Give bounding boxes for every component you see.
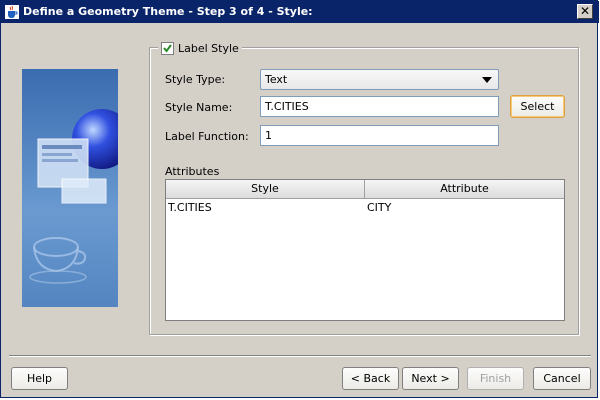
style-type-value: Text xyxy=(265,73,288,86)
back-button-label: < Back xyxy=(350,372,391,385)
attributes-table[interactable]: Style Attribute T.CITIES CITY xyxy=(165,179,565,321)
next-button[interactable]: Next > xyxy=(402,367,459,390)
style-type-label: Style Type: xyxy=(165,73,226,86)
label-style-checkbox[interactable] xyxy=(161,41,174,55)
checkmark-icon xyxy=(163,43,172,53)
table-header: Style Attribute xyxy=(166,180,564,199)
style-name-input[interactable]: T.CITIES xyxy=(260,96,499,117)
finish-button-label: Finish xyxy=(479,372,512,385)
next-button-label: Next > xyxy=(411,372,450,385)
style-name-label: Style Name: xyxy=(165,101,233,114)
cancel-button[interactable]: Cancel xyxy=(533,367,591,390)
close-icon: ✕ xyxy=(579,4,591,18)
table-row[interactable]: T.CITIES CITY xyxy=(166,199,564,217)
footer-separator xyxy=(9,355,591,357)
title-bar[interactable]: Define a Geometry Theme - Step 3 of 4 - … xyxy=(1,1,599,23)
triangle-down-icon xyxy=(482,77,492,83)
label-style-toggle[interactable]: Label Style xyxy=(158,40,242,56)
wizard-side-image xyxy=(22,69,118,307)
style-type-select[interactable]: Text xyxy=(260,69,499,90)
cancel-button-label: Cancel xyxy=(543,372,581,385)
cell-attribute: CITY xyxy=(367,201,392,214)
select-style-button[interactable]: Select xyxy=(510,95,565,118)
dialog-window: Define a Geometry Theme - Step 3 of 4 - … xyxy=(0,0,599,398)
finish-button[interactable]: Finish xyxy=(467,367,524,390)
java-cup-icon xyxy=(5,5,19,19)
window-title: Define a Geometry Theme - Step 3 of 4 - … xyxy=(23,5,313,18)
label-style-label: Label Style xyxy=(178,41,239,55)
help-button-label: Help xyxy=(26,372,53,385)
attributes-label: Attributes xyxy=(165,165,220,178)
close-button[interactable]: ✕ xyxy=(577,4,593,19)
back-button[interactable]: < Back xyxy=(342,367,399,390)
cell-style: T.CITIES xyxy=(168,201,212,214)
help-button[interactable]: Help xyxy=(11,367,68,390)
label-function-label: Label Function: xyxy=(165,130,249,143)
column-header-attribute[interactable]: Attribute xyxy=(365,180,564,198)
label-function-input[interactable]: 1 xyxy=(260,125,499,146)
column-header-style[interactable]: Style xyxy=(166,180,365,198)
